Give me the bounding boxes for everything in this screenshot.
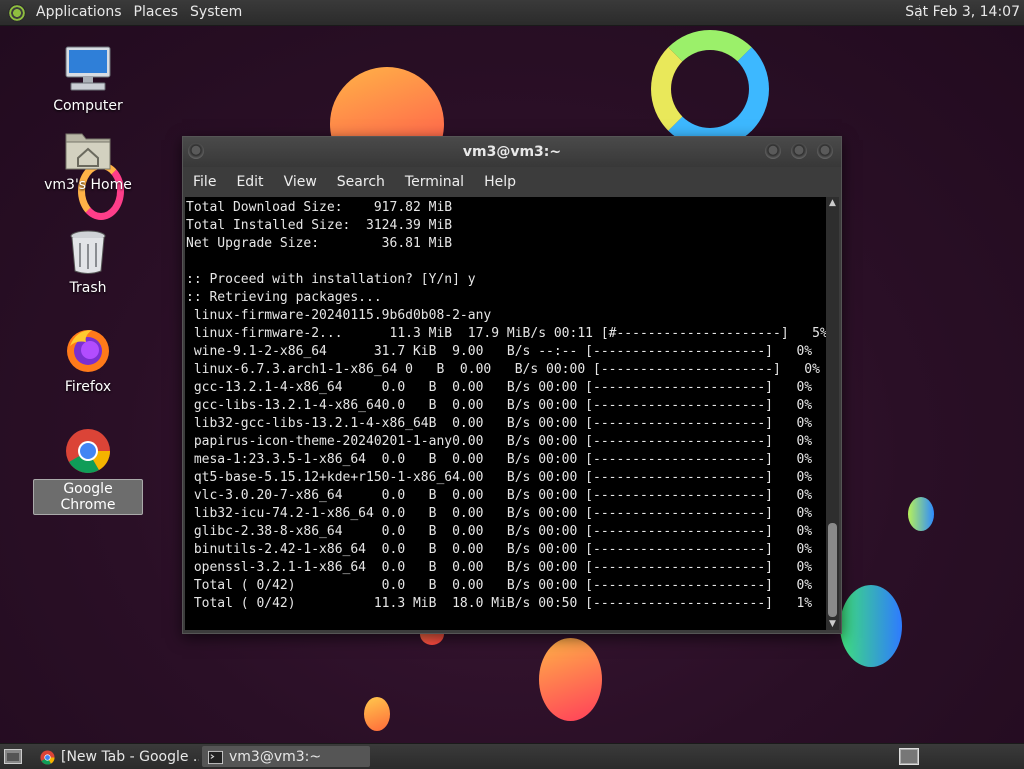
scrollbar-thumb[interactable] — [828, 523, 837, 617]
terminal-scrollbar[interactable]: ▲ ▼ — [826, 197, 839, 630]
chrome-icon — [66, 429, 110, 473]
wallpaper-green-ring — [651, 30, 769, 148]
menu-file[interactable]: File — [183, 174, 226, 190]
desktop-icon-firefox[interactable]: Firefox — [33, 326, 143, 396]
desktop-icon-computer[interactable]: Computer — [33, 45, 143, 115]
scroll-up-arrow-icon[interactable]: ▲ — [827, 197, 838, 209]
desktop-icon-trash[interactable]: Trash — [33, 229, 143, 297]
desktop-icon-label: Google Chrome — [33, 479, 143, 515]
computer-icon — [65, 46, 111, 91]
minimize-button[interactable] — [765, 143, 781, 159]
chrome-icon — [40, 750, 55, 765]
menu-view[interactable]: View — [274, 174, 327, 190]
workspace-switcher-icon[interactable] — [899, 748, 919, 765]
terminal-window[interactable]: vm3@vm3:~ File Edit View Search Terminal… — [182, 136, 842, 634]
show-desktop-icon[interactable] — [4, 749, 22, 764]
menu-places[interactable]: Places — [128, 0, 185, 25]
taskbar-item-label: [New Tab - Google ... — [61, 749, 200, 765]
maximize-button[interactable] — [791, 143, 807, 159]
distro-logo-icon[interactable] — [8, 3, 26, 22]
desktop-icon-label: Computer — [53, 98, 123, 114]
bottom-panel: [New Tab - Google ... vm3@vm3:~ — [0, 743, 1024, 769]
firefox-icon — [67, 330, 109, 372]
wallpaper-small-blue-circle — [908, 497, 934, 531]
terminal-output[interactable]: Total Download Size: 917.82 MiB Total In… — [185, 197, 826, 630]
window-titlebar[interactable]: vm3@vm3:~ — [183, 137, 841, 167]
wallpaper-orange-oval — [539, 638, 602, 721]
scroll-down-arrow-icon[interactable]: ▼ — [827, 618, 838, 630]
taskbar-item-label: vm3@vm3:~ — [229, 749, 322, 765]
desktop-icon-label: Trash — [69, 280, 107, 296]
desktop-icon-home[interactable]: vm3's Home — [33, 128, 143, 194]
taskbar-item-terminal[interactable]: vm3@vm3:~ — [202, 746, 370, 767]
desktop-icon-chrome[interactable]: Google Chrome — [33, 427, 143, 515]
terminal-menubar: File Edit View Search Terminal Help — [183, 167, 841, 197]
taskbar-item-chrome[interactable]: [New Tab - Google ... — [34, 746, 200, 767]
home-folder-icon — [65, 133, 111, 170]
menu-applications[interactable]: Applications — [30, 0, 128, 25]
menu-terminal[interactable]: Terminal — [395, 174, 474, 190]
desktop-icon-label: vm3's Home — [44, 177, 132, 193]
clock[interactable]: Sat Feb 3, 14:07 — [905, 0, 1020, 25]
wallpaper-blue-circle — [840, 585, 902, 667]
terminal-icon — [208, 750, 223, 765]
trash-icon — [70, 230, 106, 274]
menu-help[interactable]: Help — [474, 174, 526, 190]
wallpaper-small-orange-oval — [364, 697, 390, 731]
menu-system[interactable]: System — [184, 0, 248, 25]
top-panel: Applications Places System Sat Feb 3, 14… — [0, 0, 1024, 26]
window-title: vm3@vm3:~ — [462, 144, 562, 160]
terminal-text: Total Download Size: 917.82 MiB Total In… — [186, 200, 826, 611]
menu-search[interactable]: Search — [327, 174, 395, 190]
menu-edit[interactable]: Edit — [226, 174, 273, 190]
desktop-icon-label: Firefox — [64, 379, 112, 395]
close-button[interactable] — [817, 143, 833, 159]
